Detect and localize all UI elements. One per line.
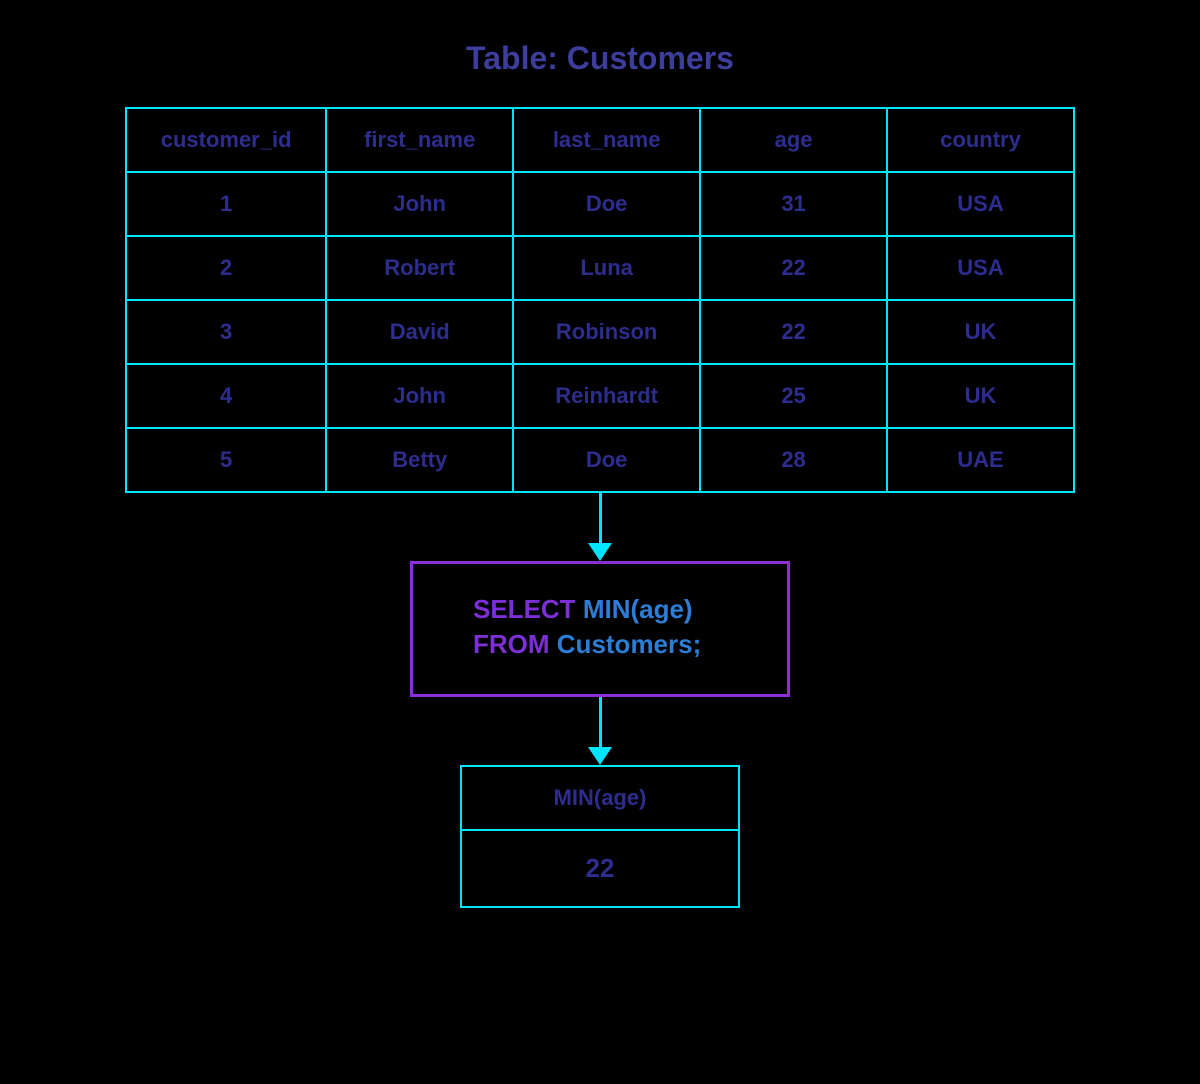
col-header-country: country [887, 108, 1074, 172]
cell: John [326, 172, 513, 236]
cell: 5 [126, 428, 326, 492]
customers-table: customer_id first_name last_name age cou… [125, 107, 1075, 493]
sql-line-1: SELECT MIN(age) [473, 594, 727, 625]
cell: 22 [700, 300, 887, 364]
cell: Robinson [513, 300, 700, 364]
cell: 22 [700, 236, 887, 300]
cell: 4 [126, 364, 326, 428]
cell: Robert [326, 236, 513, 300]
table-row: 3 David Robinson 22 UK [126, 300, 1074, 364]
cell: Reinhardt [513, 364, 700, 428]
cell: USA [887, 236, 1074, 300]
cell: 28 [700, 428, 887, 492]
cell: 3 [126, 300, 326, 364]
result-header: MIN(age) [462, 767, 738, 831]
result-value: 22 [462, 831, 738, 906]
cell: UK [887, 300, 1074, 364]
col-header-customer-id: customer_id [126, 108, 326, 172]
arrow-head [588, 747, 612, 765]
page-title: Table: Customers [466, 40, 734, 77]
flow-diagram: customer_id first_name last_name age cou… [125, 107, 1075, 908]
cell: Doe [513, 428, 700, 492]
arrow-head [588, 543, 612, 561]
cell: John [326, 364, 513, 428]
cell: Betty [326, 428, 513, 492]
table-row: 2 Robert Luna 22 USA [126, 236, 1074, 300]
sql-line-2: FROM Customers; [473, 629, 727, 660]
table-header-row: customer_id first_name last_name age cou… [126, 108, 1074, 172]
sql-table-name: Customers; [557, 629, 701, 659]
result-table: MIN(age) 22 [460, 765, 740, 908]
sql-keyword-select: SELECT [473, 594, 576, 624]
cell: USA [887, 172, 1074, 236]
table-row: 1 John Doe 31 USA [126, 172, 1074, 236]
table-row: 4 John Reinhardt 25 UK [126, 364, 1074, 428]
arrow-table-to-sql [588, 493, 612, 561]
cell: 1 [126, 172, 326, 236]
table-row: 5 Betty Doe 28 UAE [126, 428, 1074, 492]
col-header-age: age [700, 108, 887, 172]
sql-keyword-from: FROM [473, 629, 550, 659]
cell: 25 [700, 364, 887, 428]
cell: Doe [513, 172, 700, 236]
arrow-sql-to-result [588, 697, 612, 765]
col-header-first-name: first_name [326, 108, 513, 172]
cell: UAE [887, 428, 1074, 492]
arrow-line [599, 493, 602, 543]
cell: Luna [513, 236, 700, 300]
col-header-last-name: last_name [513, 108, 700, 172]
sql-query-box: SELECT MIN(age) FROM Customers; [410, 561, 790, 697]
sql-function-min: MIN(age) [583, 594, 693, 624]
arrow-line [599, 697, 602, 747]
cell: 31 [700, 172, 887, 236]
cell: David [326, 300, 513, 364]
cell: UK [887, 364, 1074, 428]
cell: 2 [126, 236, 326, 300]
